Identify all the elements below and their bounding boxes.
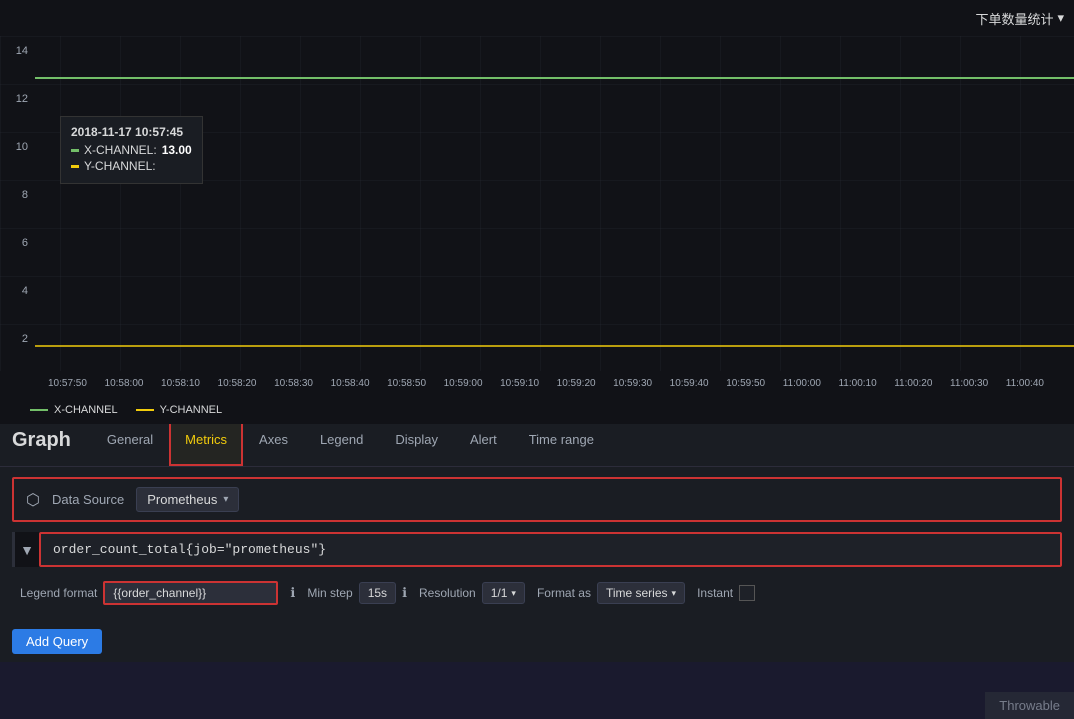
datasource-value: Prometheus <box>147 492 217 507</box>
svg-text:2: 2 <box>22 333 28 345</box>
x-label-12: 10:59:50 <box>726 378 765 394</box>
x-label-8: 10:59:10 <box>500 378 539 394</box>
legend-x-channel: X-CHANNEL <box>30 404 118 416</box>
resolution-value: 1/1 <box>491 586 508 600</box>
svg-text:8: 8 <box>22 189 28 201</box>
svg-text:4: 4 <box>22 285 28 297</box>
legend-format-label: Legend format <box>20 586 97 600</box>
chart-title-dropdown-icon[interactable]: ▾ <box>1057 10 1064 26</box>
info-icon-group: ℹ <box>290 585 295 601</box>
query-options-row: Legend format ℹ Min step 15s ℹ Resolutio… <box>12 575 1062 611</box>
format-as-label: Format as <box>537 586 591 600</box>
x-label-17: 11:00:40 <box>1006 378 1044 394</box>
add-query-button[interactable]: Add Query <box>12 629 102 654</box>
x-label-3: 10:58:20 <box>218 378 257 394</box>
instant-label: Instant <box>697 586 733 600</box>
x-label-13: 11:00:00 <box>783 378 821 394</box>
legend-y-channel-line <box>136 409 154 411</box>
chart-title-bar: 下单数量统计 ▾ <box>0 0 1074 36</box>
query-row: ▼ <box>12 532 1062 567</box>
x-label-5: 10:58:40 <box>331 378 370 394</box>
resolution-dropdown[interactable]: 1/1 ▾ <box>482 582 525 604</box>
chart-title: 下单数量统计 <box>975 9 1053 28</box>
x-label-11: 10:59:40 <box>670 378 709 394</box>
svg-text:12: 12 <box>16 93 28 105</box>
throwable-badge: Throwable <box>985 692 1074 719</box>
resolution-group: Resolution 1/1 ▾ <box>419 582 525 604</box>
svg-text:6: 6 <box>22 237 28 249</box>
x-label-16: 11:00:30 <box>950 378 988 394</box>
x-label-9: 10:59:20 <box>557 378 596 394</box>
x-axis: 10:57:50 10:58:00 10:58:10 10:58:20 10:5… <box>0 376 1074 396</box>
query-collapse-icon[interactable]: ▼ <box>15 534 39 566</box>
legend-format-group: Legend format <box>20 581 278 605</box>
legend-y-channel: Y-CHANNEL <box>136 404 223 416</box>
x-label-6: 10:58:50 <box>387 378 426 394</box>
x-label-4: 10:58:30 <box>274 378 313 394</box>
min-step-value: 15s <box>359 582 396 604</box>
legend-format-input[interactable] <box>103 581 278 605</box>
min-step-label: Min step <box>307 586 352 600</box>
chart-svg-area: 14 12 10 8 6 4 2 2018-11-17 10:57:45 X-C… <box>0 36 1074 376</box>
datasource-label: Data Source <box>52 492 124 507</box>
query-input-container <box>39 532 1062 567</box>
x-label-15: 11:00:20 <box>894 378 932 394</box>
datasource-icon: ⬡ <box>26 490 40 510</box>
instant-group: Instant <box>697 585 755 601</box>
x-label-1: 10:58:00 <box>105 378 144 394</box>
chart-legend: X-CHANNEL Y-CHANNEL <box>0 396 1074 424</box>
resolution-label: Resolution <box>419 586 476 600</box>
x-label-7: 10:59:00 <box>444 378 483 394</box>
x-label-10: 10:59:30 <box>613 378 652 394</box>
format-as-value: Time series <box>606 586 668 600</box>
min-step-info-icon[interactable]: ℹ <box>402 585 407 601</box>
panel-title: Graph <box>0 429 91 452</box>
instant-checkbox[interactable] <box>739 585 755 601</box>
datasource-dropdown[interactable]: Prometheus ▾ <box>136 487 239 512</box>
legend-format-info-icon[interactable]: ℹ <box>290 585 295 601</box>
chart-container: 下单数量统计 ▾ 14 12 10 8 6 4 2 <box>0 0 1074 415</box>
resolution-arrow-icon: ▾ <box>511 588 516 599</box>
svg-text:14: 14 <box>16 45 28 57</box>
format-as-dropdown[interactable]: Time series ▾ <box>597 582 685 604</box>
legend-x-channel-label: X-CHANNEL <box>54 404 118 416</box>
min-step-group: Min step 15s ℹ <box>307 582 407 604</box>
datasource-row: ⬡ Data Source Prometheus ▾ <box>12 477 1062 522</box>
legend-x-channel-line <box>30 409 48 411</box>
x-label-0: 10:57:50 <box>48 378 87 394</box>
add-query-row: Add Query <box>0 621 1074 662</box>
datasource-arrow-icon: ▾ <box>223 494 228 505</box>
format-as-group: Format as Time series ▾ <box>537 582 685 604</box>
legend-y-channel-label: Y-CHANNEL <box>160 404 223 416</box>
metrics-section: ⬡ Data Source Prometheus ▾ ▼ Legend form… <box>0 467 1074 621</box>
query-input[interactable] <box>39 532 1062 567</box>
x-label-14: 11:00:10 <box>838 378 876 394</box>
x-label-2: 10:58:10 <box>161 378 200 394</box>
svg-text:10: 10 <box>16 141 28 153</box>
format-as-arrow-icon: ▾ <box>672 588 677 599</box>
